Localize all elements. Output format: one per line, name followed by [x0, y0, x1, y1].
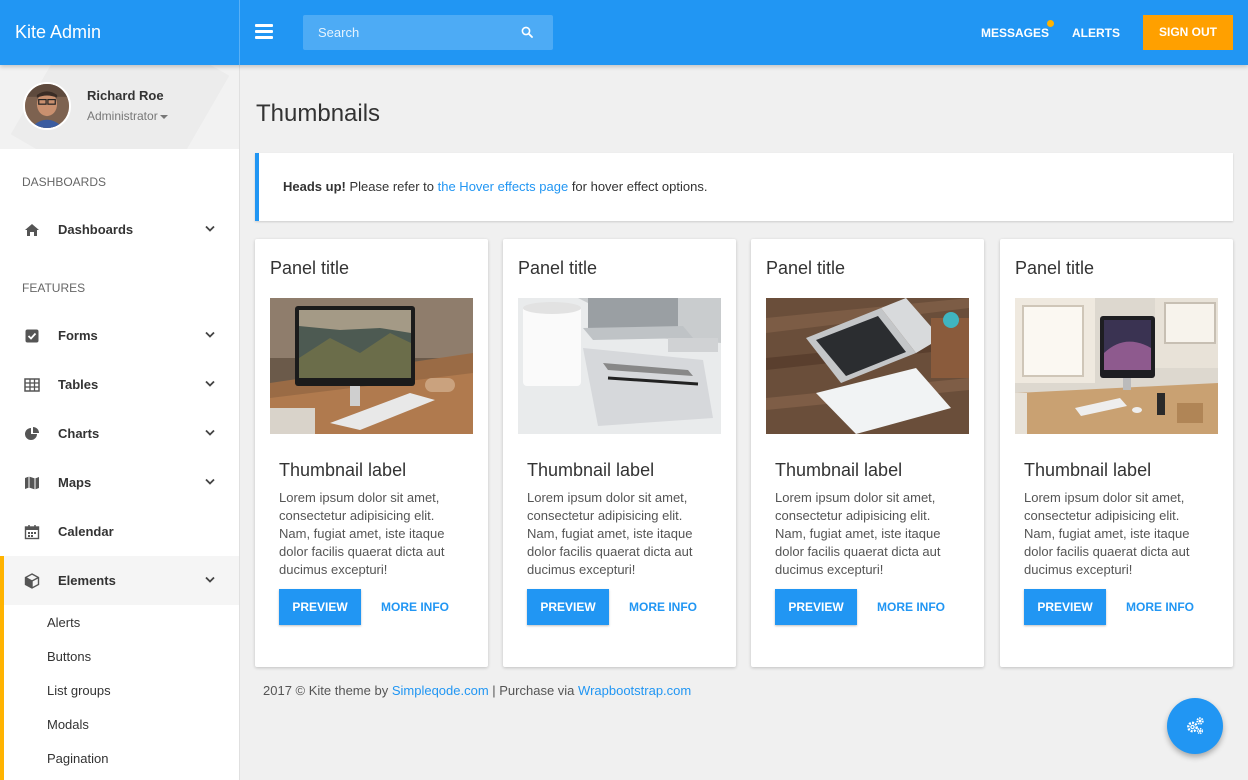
sidebar-item-label: Forms — [58, 328, 98, 343]
thumbnail-image — [1015, 298, 1218, 434]
panel-title: Panel title — [1015, 258, 1095, 278]
thumbnail-text: Lorem ipsum dolor sit amet, consectetur … — [279, 490, 445, 577]
thumbnail-image — [270, 298, 473, 434]
thumbnail-panel: Panel title Thumbnail label Lorem ipsum … — [751, 239, 984, 667]
panel-title: Panel title — [270, 258, 350, 278]
sidebar-subitem-modals[interactable]: Modals — [47, 717, 89, 732]
brand-logo[interactable]: Kite Admin — [0, 0, 240, 65]
thumbnail-text: Lorem ipsum dolor sit amet, consectetur … — [527, 490, 693, 577]
pie-chart-icon — [25, 427, 39, 440]
table-icon — [24, 378, 40, 392]
notification-dot — [1046, 19, 1054, 27]
info-alert: Heads up! Please refer to the Hover effe… — [255, 153, 1233, 221]
chevron-down-icon — [205, 225, 215, 232]
thumbnail-label: Thumbnail label — [1024, 460, 1152, 480]
sidebar-item-label: Maps — [58, 475, 92, 490]
sidebar-item-label: Dashboards — [58, 222, 134, 237]
thumbnail-panel: Panel title Thumbnail label Lorem ipsum … — [503, 239, 736, 667]
hover-effects-link[interactable]: the Hover effects page — [438, 179, 569, 194]
more-info-button[interactable]: MORE INFO — [869, 589, 953, 625]
footer-middle: | Purchase via — [488, 683, 579, 698]
thumbnail-text: Lorem ipsum dolor sit amet, consectetur … — [1024, 490, 1190, 577]
alert-strong: Heads up! — [283, 179, 346, 194]
map-icon — [25, 476, 39, 490]
search-input[interactable] — [303, 15, 513, 50]
sidebar-item-label: Tables — [58, 377, 99, 392]
section-label-features: FEATURES — [22, 281, 86, 295]
sidebar-item-forms[interactable]: Forms — [0, 311, 239, 360]
thumbnail-image — [766, 298, 969, 434]
preview-button[interactable]: PREVIEW — [279, 589, 361, 625]
preview-button[interactable]: PREVIEW — [1024, 589, 1106, 625]
submenu-indicator — [0, 605, 4, 780]
sidebar-item-label: Elements — [58, 573, 116, 588]
sidebar-item-tables[interactable]: Tables — [0, 360, 239, 409]
calendar-icon — [24, 525, 40, 540]
cube-icon — [24, 573, 40, 589]
more-info-button[interactable]: MORE INFO — [1118, 589, 1202, 625]
preview-button[interactable]: PREVIEW — [775, 589, 857, 625]
menu-toggle-icon[interactable] — [255, 24, 273, 40]
topbar: Kite Admin MESSAGES ALERTS SIGN OUT — [0, 0, 1248, 65]
search-icon[interactable] — [521, 26, 533, 38]
settings-fab-button[interactable] — [1167, 698, 1223, 754]
user-name: Richard Roe — [87, 88, 164, 103]
topbar-actions: MESSAGES ALERTS SIGN OUT — [981, 15, 1233, 50]
simpleqode-link[interactable]: Simpleqode.com — [392, 683, 489, 698]
user-role-dropdown[interactable]: Administrator — [87, 109, 168, 123]
sidebar-subitem-buttons[interactable]: Buttons — [47, 649, 91, 664]
sidebar-item-maps[interactable]: Maps — [0, 458, 239, 507]
sidebar-item-calendar[interactable]: Calendar — [0, 507, 239, 556]
thumbnail-panel: Panel title Thumbnail label Lorem ipsum … — [1000, 239, 1233, 667]
sidebar-item-label: Calendar — [58, 524, 114, 539]
sidebar-item-charts[interactable]: Charts — [0, 409, 239, 458]
chevron-down-icon — [205, 576, 215, 583]
thumbnail-text: Lorem ipsum dolor sit amet, consectetur … — [775, 490, 941, 577]
chevron-down-icon — [205, 331, 215, 338]
alerts-link[interactable]: ALERTS — [1072, 26, 1120, 40]
panel-title: Panel title — [766, 258, 846, 278]
chevron-down-icon — [205, 380, 215, 387]
thumbnail-image — [518, 298, 721, 434]
sidebar-subitem-pagination[interactable]: Pagination — [47, 751, 108, 766]
sidebar-item-elements[interactable]: Elements — [0, 556, 239, 605]
sidebar-subitem-alerts[interactable]: Alerts — [47, 615, 80, 630]
sidebar-subitem-list-groups[interactable]: List groups — [47, 683, 111, 698]
avatar[interactable] — [23, 82, 71, 130]
thumbnail-label: Thumbnail label — [279, 460, 407, 480]
chevron-down-icon — [205, 478, 215, 485]
user-role-label: Administrator — [87, 109, 158, 123]
alert-text-after: for hover effect options. — [568, 179, 708, 194]
alert-text-before: Please refer to — [345, 179, 438, 194]
caret-down-icon — [159, 114, 168, 119]
panel-title: Panel title — [518, 258, 598, 278]
sidebar-item-label: Charts — [58, 426, 100, 441]
search-box — [303, 15, 553, 50]
sidebar-item-dashboards[interactable]: Dashboards — [0, 205, 239, 254]
sidebar: Richard Roe Administrator DASHBOARDS Das… — [0, 65, 240, 780]
thumbnail-label: Thumbnail label — [527, 460, 655, 480]
wrapbootstrap-link[interactable]: Wrapbootstrap.com — [578, 683, 691, 698]
checkbox-icon — [25, 329, 39, 343]
more-info-button[interactable]: MORE INFO — [373, 589, 457, 625]
page-title: Thumbnails — [256, 100, 381, 127]
home-icon — [25, 224, 39, 236]
section-label-dashboards: DASHBOARDS — [22, 175, 107, 189]
footer-prefix: 2017 © Kite theme by — [263, 683, 392, 698]
thumbnail-panel: Panel title Thumbnail label Lorem ipsum … — [255, 239, 488, 667]
gears-icon — [1187, 717, 1204, 735]
messages-label: MESSAGES — [980, 25, 1049, 40]
preview-button[interactable]: PREVIEW — [527, 589, 609, 625]
more-info-button[interactable]: MORE INFO — [621, 589, 705, 625]
thumbnail-label: Thumbnail label — [775, 460, 903, 480]
user-profile: Richard Roe Administrator — [0, 65, 239, 149]
sign-out-button[interactable]: SIGN OUT — [1142, 15, 1233, 50]
footer: 2017 © Kite theme by Simpleqode.com | Pu… — [263, 683, 691, 698]
messages-link[interactable]: MESSAGES — [980, 19, 1054, 40]
chevron-down-icon — [205, 429, 215, 436]
